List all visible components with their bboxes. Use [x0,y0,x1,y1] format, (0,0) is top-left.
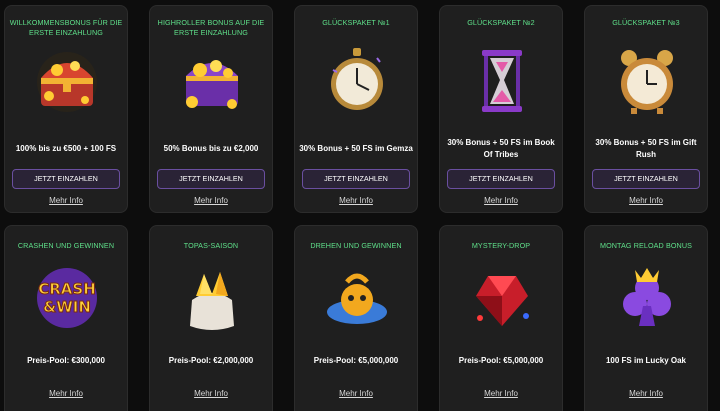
card-title: WILLKOMMENSBONUS FÜR DIE ERSTE EINZAHLUN… [9,18,123,37]
promo-description: Preis-Pool: €300,000 [27,356,105,365]
more-info-link[interactable]: Mehr Info [295,389,417,398]
deposit-button[interactable]: JETZT EINZAHLEN [592,169,700,189]
spinning-character-icon [317,256,397,336]
bonus-card-welcome: WILLKOMMENSBONUS FÜR DIE ERSTE EINZAHLUN… [4,5,128,213]
bonus-description: 30% Bonus + 50 FS im Book Of Tribes [447,138,555,159]
bonus-card-lucky-package-2: GLÜCKSPAKET №2 30% Bonus + 50 FS im Book… [439,5,563,213]
treasure-chest-icon [27,40,107,120]
club-crown-icon [607,256,687,336]
deposit-button[interactable]: JETZT EINZAHLEN [302,169,410,189]
hourglass-icon [462,40,542,120]
bonus-description: 30% Bonus + 50 FS im Gemza [299,144,413,153]
more-info-link[interactable]: Mehr Info [150,196,272,205]
promo-description: Preis-Pool: €2,000,000 [168,356,254,365]
promo-description: Preis-Pool: €5,000,000 [458,356,544,365]
bonus-card-lucky-package-3: GLÜCKSPAKET №3 30% Bonus + 50 FS im Gift… [584,5,708,213]
gold-chest-icon [172,40,252,120]
promo-card-crash-win: CRASHEN UND GEWINNEN CRASH &WIN Preis-Po… [4,225,128,411]
red-gem-icon [462,256,542,336]
logo-text-line2: &WIN [43,298,91,316]
more-info-link[interactable]: Mehr Info [585,196,707,205]
card-title: GLÜCKSPAKET №1 [322,18,390,27]
card-title: GLÜCKSPAKET №2 [467,18,535,27]
card-title: GLÜCKSPAKET №3 [612,18,680,27]
bonus-card-lucky-package-1: GLÜCKSPAKET №1 30% Bonus + 50 FS im Gemz… [294,5,418,213]
promo-description: Preis-Pool: €5,000,000 [313,356,399,365]
stopwatch-icon [317,40,397,120]
deposit-button[interactable]: JETZT EINZAHLEN [447,169,555,189]
deposit-button[interactable]: JETZT EINZAHLEN [12,169,120,189]
card-title: MONTAG RELOAD BONUS [599,241,693,250]
card-title: HIGHROLLER BONUS AUF DIE ERSTE EINZAHLUN… [157,18,265,37]
promo-description: 100 FS im Lucky Oak [605,356,687,365]
more-info-link[interactable]: Mehr Info [5,389,127,398]
card-title: TOPAS-SAISON [183,241,239,250]
more-info-link[interactable]: Mehr Info [440,196,562,205]
promo-card-spin-win: DREHEN UND GEWINNEN Preis-Pool: €5,000,0… [294,225,418,411]
card-title: MYSTERY-DROP [471,241,531,250]
deposit-button[interactable]: JETZT EINZAHLEN [157,169,265,189]
promo-card-mystery-drop: MYSTERY-DROP Preis-Pool: €5,000,000 Mehr… [439,225,563,411]
bonus-description: 30% Bonus + 50 FS im Gift Rush [595,138,697,159]
promo-card-topas-season: TOPAS-SAISON Preis-Pool: €2,000,000 Mehr… [149,225,273,411]
more-info-link[interactable]: Mehr Info [5,196,127,205]
bonus-description: 50% Bonus bis zu €2,000 [163,144,259,153]
logo-text-line1: CRASH [38,280,96,298]
more-info-link[interactable]: Mehr Info [585,389,707,398]
more-info-link[interactable]: Mehr Info [295,196,417,205]
alarm-clock-icon [607,40,687,120]
more-info-link[interactable]: Mehr Info [440,389,562,398]
bonus-description: 100% bis zu €500 + 100 FS [15,144,117,153]
gem-bag-icon [172,256,252,336]
promo-card-monday-reload: MONTAG RELOAD BONUS 100 FS im Lucky Oak … [584,225,708,411]
bonus-card-highroller: HIGHROLLER BONUS AUF DIE ERSTE EINZAHLUN… [149,5,273,213]
card-title: CRASHEN UND GEWINNEN [17,241,115,250]
more-info-link[interactable]: Mehr Info [150,389,272,398]
crash-win-logo-icon: CRASH &WIN [27,256,107,336]
card-title: DREHEN UND GEWINNEN [310,241,402,250]
